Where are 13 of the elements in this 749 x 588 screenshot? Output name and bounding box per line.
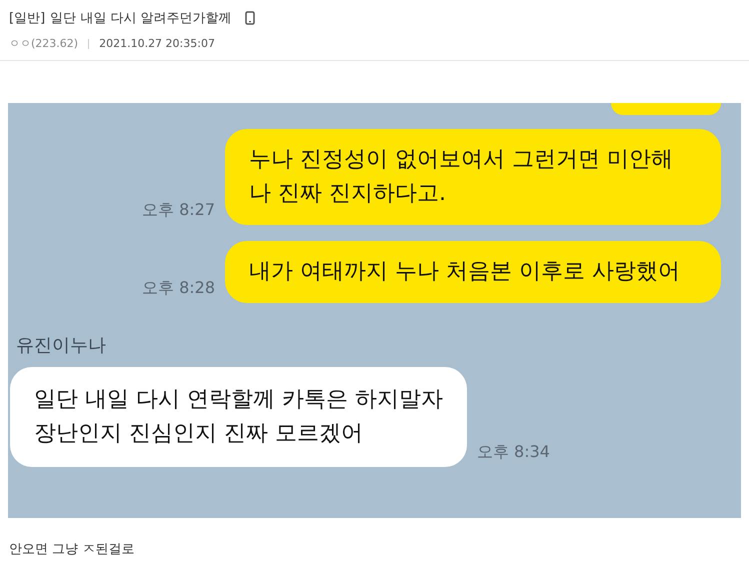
message-time: 오후 8:27 <box>142 200 215 221</box>
post-body: 안오면 그냥 ㅈ된걸로 <box>9 541 136 558</box>
post-category: [일반] <box>9 10 46 27</box>
chat-bubble: 일단 내일 다시 연락할께 카톡은 하지말자 장난인지 진심인지 진짜 모르겠어 <box>10 367 467 467</box>
message-time: 오후 8:34 <box>476 442 550 463</box>
chat-bubble: 내가 여태까지 누나 처음본 이후로 사랑했어 <box>225 241 721 303</box>
post-author: ㅇㅇ(223.62) <box>9 36 78 51</box>
post-title: 일단 내일 다시 알려주던가할께 <box>50 10 232 27</box>
chat-bubble: 누나 진정성이 없어보여서 그런거면 미안해 나 진짜 진지하다고. <box>225 129 721 225</box>
post-date: 2021.10.27 20:35:07 <box>99 37 215 50</box>
sender-name: 유진이누나 <box>16 334 107 357</box>
message-time: 오후 8:28 <box>142 278 215 299</box>
mobile-phone-icon <box>244 11 255 25</box>
